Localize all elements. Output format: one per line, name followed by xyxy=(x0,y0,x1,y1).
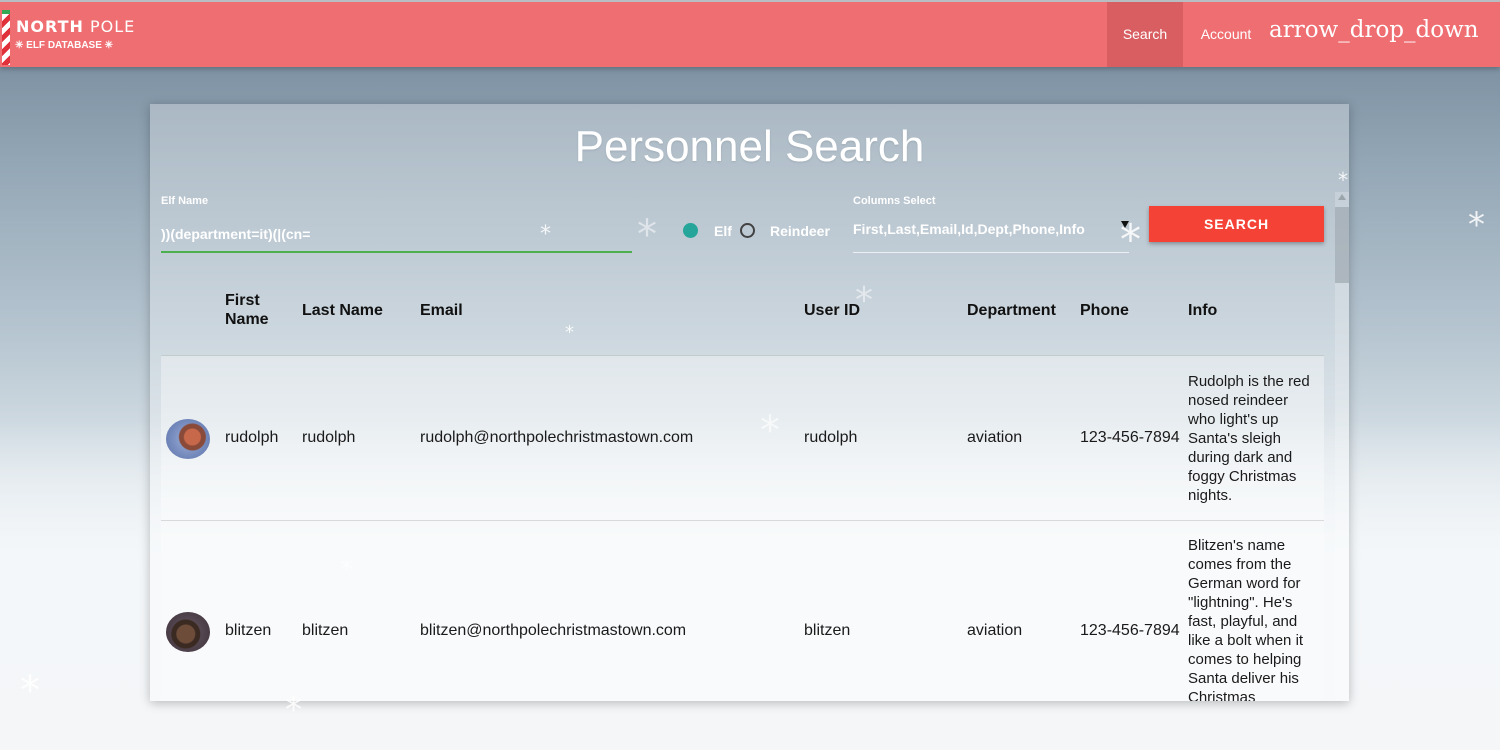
header-last-name[interactable]: Last Name xyxy=(302,264,383,356)
search-button[interactable]: SEARCH xyxy=(1149,206,1324,242)
snowflake-icon: * xyxy=(20,668,40,714)
snowflake-icon: * xyxy=(565,322,574,343)
header-department[interactable]: Department xyxy=(967,264,1056,356)
search-panel: Personnel Search Elf Name Elf Reindeer C… xyxy=(150,104,1349,701)
table-row[interactable]: blitzen blitzen blitzen@northpolechristm… xyxy=(161,520,1324,701)
cell-info: Rudolph is the red nosed reindeer who li… xyxy=(1188,373,1310,504)
snowflake-icon: * xyxy=(540,222,551,247)
logo[interactable]: NORTH POLE ✳ ELF DATABASE ✳ xyxy=(0,4,134,65)
cell-last-name: blitzen xyxy=(302,622,349,639)
snowflake-icon: * xyxy=(855,280,873,321)
navbar: NORTH POLE ✳ ELF DATABASE ✳ Search Accou… xyxy=(0,0,1500,67)
elf-radio-label[interactable]: Elf xyxy=(714,223,732,239)
arrow-drop-down-icon[interactable]: arrow_drop_down xyxy=(1269,17,1479,43)
header-first-name[interactable]: First Name xyxy=(225,264,269,356)
header-info[interactable]: Info xyxy=(1188,264,1217,356)
table-row[interactable]: rudolph rudolph rudolph@northpolechristm… xyxy=(161,355,1324,520)
cell-last-name: rudolph xyxy=(302,429,356,446)
header-phone[interactable]: Phone xyxy=(1080,264,1129,356)
elf-name-label: Elf Name xyxy=(161,195,209,207)
reindeer-radio[interactable] xyxy=(740,223,755,238)
snowflake-icon: * xyxy=(285,690,302,730)
snowflake-icon: * xyxy=(637,212,657,258)
scroll-thumb[interactable] xyxy=(1335,207,1349,283)
cell-info: Blitzen's name comes from the German wor… xyxy=(1188,537,1304,701)
cell-department: aviation xyxy=(967,622,1023,639)
cell-department: aviation xyxy=(967,429,1023,446)
cell-first-name: rudolph xyxy=(225,429,279,446)
elf-radio[interactable] xyxy=(683,223,698,238)
snowflake-icon: * xyxy=(1338,168,1348,192)
avatar xyxy=(166,612,210,652)
reindeer-radio-label[interactable]: Reindeer xyxy=(770,223,830,239)
elf-name-input[interactable] xyxy=(161,216,632,253)
columns-select-label: Columns Select xyxy=(853,195,936,207)
cell-email: blitzen@northpolechristmastown.com xyxy=(420,622,687,639)
snowflake-icon: * xyxy=(1120,215,1141,264)
candy-cane-icon xyxy=(2,10,10,65)
header-user-id[interactable]: User ID xyxy=(804,264,860,356)
page-title: Personnel Search xyxy=(574,122,925,171)
cell-first-name: blitzen xyxy=(225,622,272,639)
logo-subtitle: ✳ ELF DATABASE ✳ xyxy=(15,40,114,51)
snowflake-icon: * xyxy=(1468,205,1485,245)
cell-user-id: blitzen xyxy=(804,622,851,639)
cell-user-id: rudolph xyxy=(804,429,858,446)
nav-search-link[interactable]: Search xyxy=(1107,2,1183,67)
header-email[interactable]: Email xyxy=(420,264,463,356)
columns-select[interactable]: First,Last,Email,Id,Dept,Phone,Info xyxy=(853,216,1129,253)
columns-select-value: First,Last,Email,Id,Dept,Phone,Info xyxy=(853,221,1085,237)
cell-phone: 123-456-7894 xyxy=(1080,429,1180,446)
nav-account-link[interactable]: Account xyxy=(1183,2,1269,67)
cell-email: rudolph@northpolechristmastown.com xyxy=(420,429,694,446)
scrollbar[interactable] xyxy=(1335,192,1349,701)
scroll-up-icon[interactable] xyxy=(1338,194,1346,200)
cell-phone: 123-456-7894 xyxy=(1080,622,1180,639)
avatar xyxy=(166,419,210,459)
snowflake-icon: * xyxy=(760,408,780,454)
snowflake-icon: * xyxy=(340,555,353,585)
logo-title: NORTH POLE xyxy=(16,17,136,36)
